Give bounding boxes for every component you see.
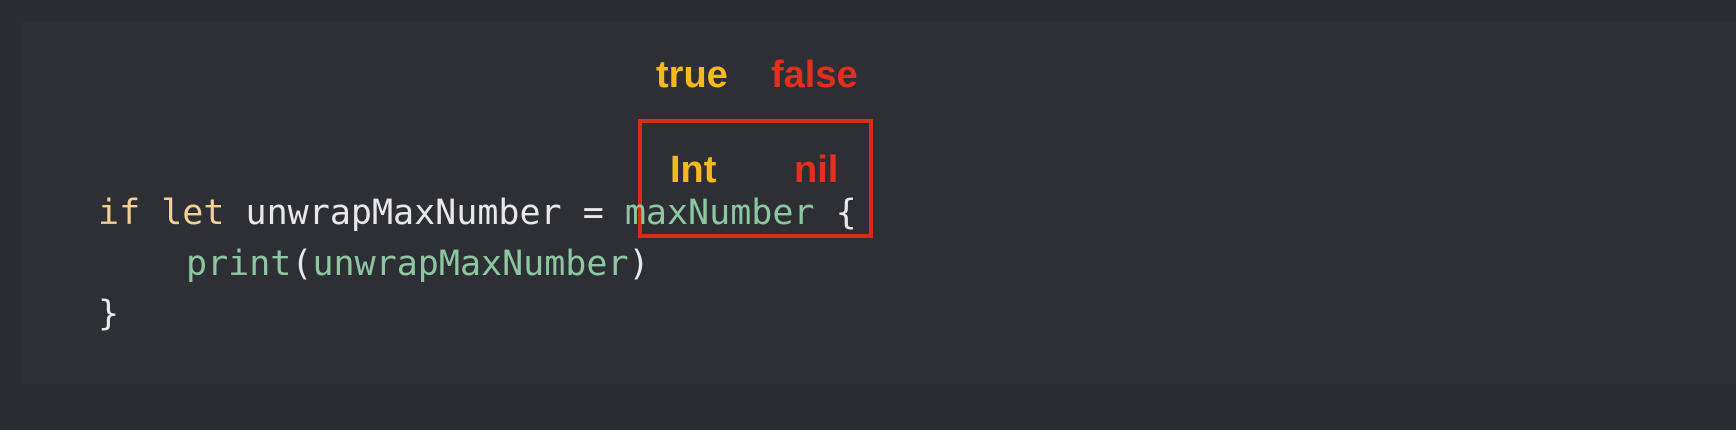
if-keyword: if [98,193,141,233]
print-argument: unwrapMaxNumber [312,244,629,284]
equals-sign: = [582,193,604,233]
int-label: Int [670,149,717,191]
print-function: print [186,244,292,284]
close-paren: ) [628,244,650,284]
let-keyword: let [161,193,225,233]
binding-name: unwrapMaxNumber [245,193,562,233]
optional-variable: maxNumber [624,193,815,233]
close-brace: } [98,294,120,334]
code-line-2: print(unwrapMaxNumber) [186,247,650,282]
open-brace: { [835,193,857,233]
code-line-1: if let unwrapMaxNumber = maxNumber { [98,196,857,231]
nil-label: nil [794,149,839,191]
false-label: false [771,54,858,96]
true-label: true [656,54,728,96]
page: true false Int nil if let unwrapMaxNumbe… [0,0,1736,430]
code-line-3: } [98,297,119,332]
open-paren: ( [291,244,313,284]
